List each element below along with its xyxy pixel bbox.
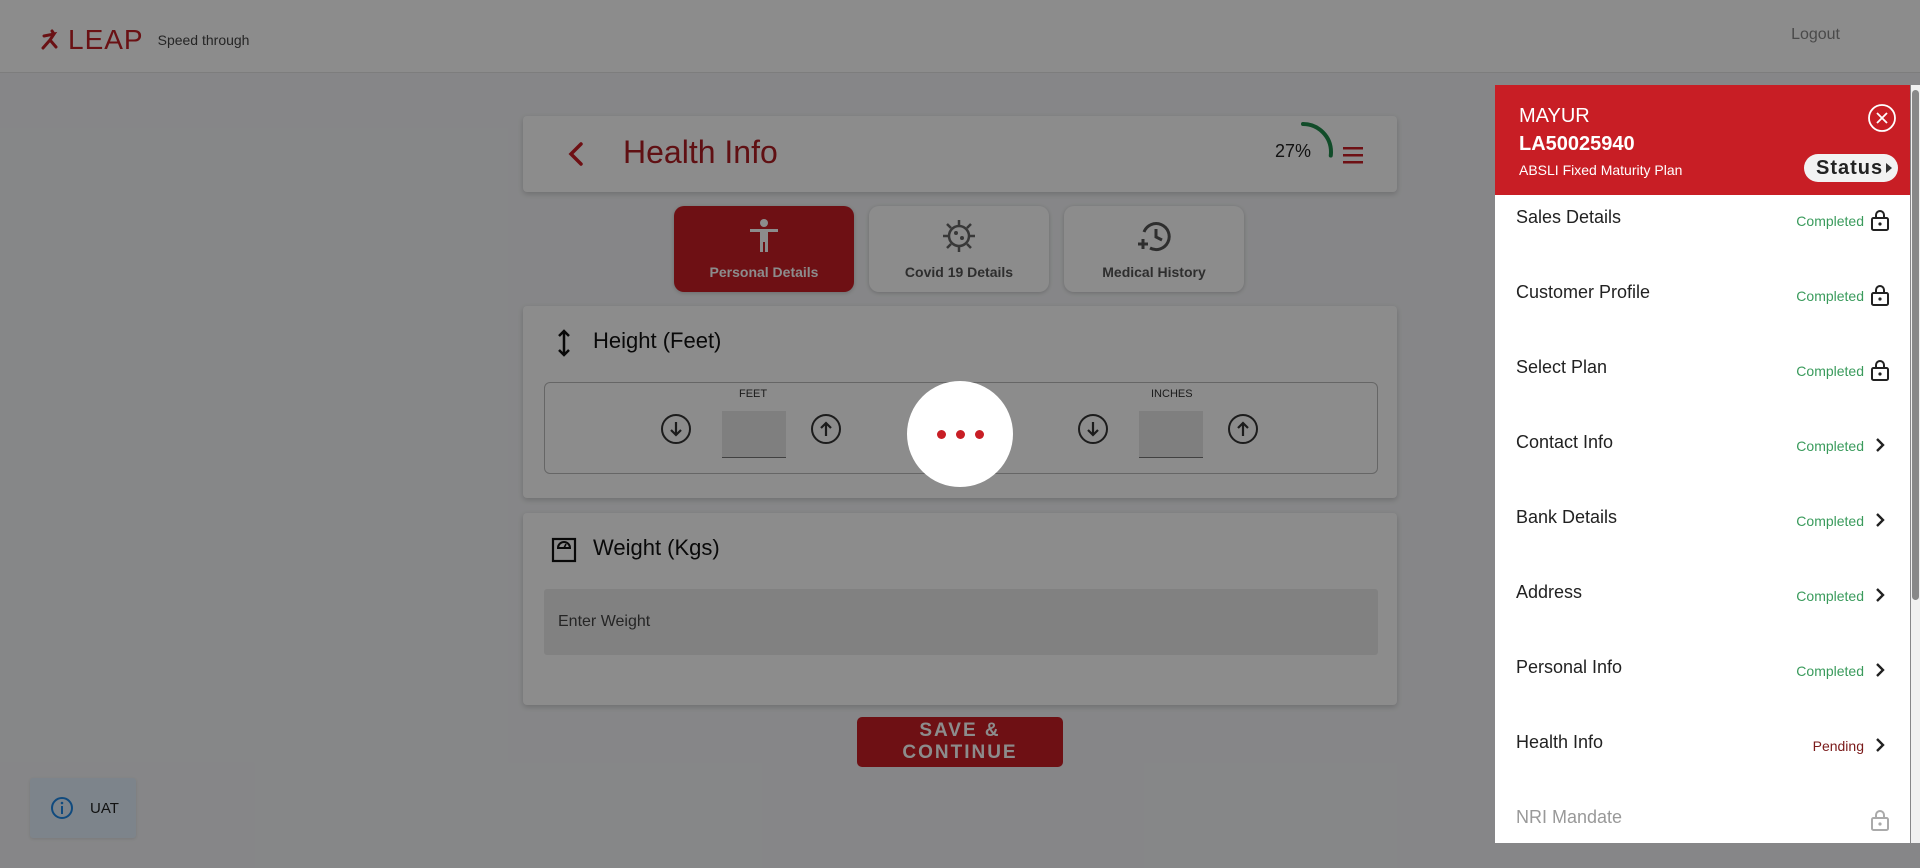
- policy-id: LA50025940: [1519, 133, 1635, 155]
- step-name: Sales Details: [1516, 207, 1622, 227]
- loading-spinner: [907, 381, 1013, 487]
- loader-dot: [974, 429, 984, 439]
- step-name: NRI Mandate: [1516, 807, 1623, 827]
- loader-dot: [955, 429, 965, 439]
- step-item-contact-info[interactable]: Contact Info Completed: [1495, 420, 1910, 495]
- step-name: Select Plan: [1516, 357, 1608, 377]
- step-status: Completed: [1796, 438, 1864, 454]
- step-name: Health Info: [1516, 732, 1604, 752]
- step-status: Completed: [1796, 588, 1864, 604]
- lock-icon: [1871, 285, 1889, 306]
- step-status: Completed: [1796, 663, 1864, 679]
- step-status: Pending: [1812, 738, 1864, 754]
- plan-name: ABSLI Fixed Maturity Plan: [1519, 162, 1683, 178]
- step-item-health-info[interactable]: Health Info Pending: [1495, 720, 1910, 795]
- step-item-bank-details[interactable]: Bank Details Completed: [1495, 495, 1910, 570]
- customer-name: MAYUR: [1519, 105, 1590, 127]
- chevron-right-icon: [1876, 588, 1885, 602]
- step-item-select-plan[interactable]: Select Plan Completed: [1495, 345, 1910, 420]
- loader-dot: [936, 429, 946, 439]
- close-icon[interactable]: [1867, 103, 1897, 133]
- lock-icon: [1871, 210, 1889, 231]
- status-label: Status: [1816, 156, 1884, 179]
- step-name: Bank Details: [1516, 507, 1618, 527]
- step-status: Completed: [1796, 213, 1864, 229]
- step-name: Address: [1516, 582, 1583, 602]
- chevron-right-icon: [1876, 438, 1885, 452]
- step-item-nri-mandate[interactable]: NRI Mandate: [1495, 795, 1910, 843]
- step-item-customer-profile[interactable]: Customer Profile Completed: [1495, 270, 1910, 345]
- chevron-right-icon: [1876, 738, 1885, 752]
- step-list: Sales Details Completed Customer Profile Co…: [1495, 195, 1910, 843]
- step-status: Completed: [1796, 363, 1864, 379]
- lock-icon: [1871, 360, 1889, 381]
- step-status: Completed: [1796, 513, 1864, 529]
- step-item-personal-info[interactable]: Personal Info Completed: [1495, 645, 1910, 720]
- chevron-right-icon: [1876, 513, 1885, 527]
- panel-scroll-thumb[interactable]: [1912, 90, 1919, 600]
- panel-header: MAYUR LA50025940 ABSLI Fixed Maturity Pl…: [1495, 85, 1910, 195]
- lock-icon: [1871, 810, 1889, 831]
- step-name: Personal Info: [1516, 657, 1623, 677]
- step-name: Contact Info: [1516, 432, 1614, 452]
- step-item-address[interactable]: Address Completed: [1495, 570, 1910, 645]
- step-name: Customer Profile: [1516, 282, 1651, 302]
- step-item-sales-details[interactable]: Sales Details Completed: [1495, 195, 1910, 270]
- application-status-panel: MAYUR LA50025940 ABSLI Fixed Maturity Pl…: [1495, 85, 1910, 843]
- status-button[interactable]: Status: [1804, 154, 1898, 182]
- step-status: Completed: [1796, 288, 1864, 304]
- caret-right-icon: [1886, 163, 1892, 173]
- chevron-right-icon: [1876, 663, 1885, 677]
